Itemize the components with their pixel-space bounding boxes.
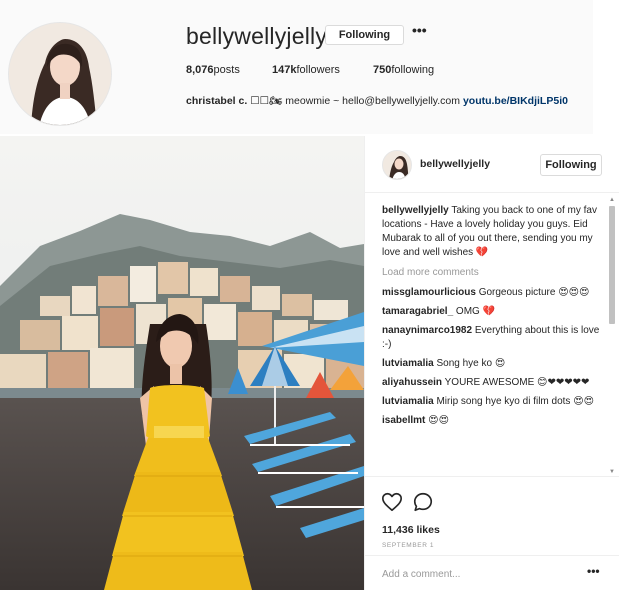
load-more-comments-link[interactable]: Load more comments xyxy=(382,266,610,280)
comment-input[interactable] xyxy=(382,565,572,583)
positano-beach-image xyxy=(0,136,364,590)
post-following-button[interactable]: Following xyxy=(540,154,602,176)
bio-link[interactable]: youtu.be/BIKdjiLP5i0 xyxy=(463,95,568,107)
posts-label: posts xyxy=(213,64,240,76)
posts-count: 8,076 posts xyxy=(186,64,240,76)
comment-text: Mirip song hye kyo di film dots 😍😍 xyxy=(433,396,595,407)
post-actions: 11,436 likes SEPTEMBER 1 ••• xyxy=(365,476,619,590)
comment-username[interactable]: tamaragabriel_ xyxy=(382,306,453,317)
comment-username[interactable]: lutviamalia xyxy=(382,396,434,407)
post-panel: bellywellyjelly Following bellywellyjell… xyxy=(364,136,619,590)
comment-text: YOURE AWESOME 😊❤❤❤❤❤ xyxy=(442,377,590,388)
profile-username: bellywellyjelly xyxy=(186,23,328,49)
profile-avatar[interactable] xyxy=(8,22,112,126)
comment-text: OMG 💔 xyxy=(453,306,496,317)
scrollbar-thumb[interactable] xyxy=(609,206,615,324)
followers-count[interactable]: 147k followers xyxy=(272,64,340,76)
comment-icon[interactable] xyxy=(412,491,434,513)
comment-username[interactable]: missglamourlicious xyxy=(382,287,476,298)
bio-emoji: ☐☐🏍 xyxy=(250,95,283,107)
scroll-down-icon[interactable]: ▼ xyxy=(608,468,616,476)
post-date: SEPTEMBER 1 xyxy=(382,542,435,549)
profile-bio: christabel c. ☐☐🏍 meowmie ~ hello@bellyw… xyxy=(186,94,568,107)
comment-row: aliyahussein YOURE AWESOME 😊❤❤❤❤❤ xyxy=(382,376,610,390)
profile-header: bellywellyjelly Following ••• 8,076 post… xyxy=(0,0,593,134)
bio-text: meowmie ~ hello@bellywellyjelly.com xyxy=(282,95,463,107)
post-author-username[interactable]: bellywellyjelly xyxy=(420,158,490,170)
followers-number: 147k xyxy=(272,64,297,76)
post-header: bellywellyjelly Following xyxy=(365,136,619,193)
add-comment-section: ••• xyxy=(365,555,619,590)
comment-username[interactable]: lutviamalia xyxy=(382,358,434,369)
scroll-up-icon[interactable]: ▲ xyxy=(608,196,616,204)
more-options-icon[interactable]: ••• xyxy=(412,23,427,40)
likes-count[interactable]: 11,436 likes xyxy=(382,524,440,536)
comment-username[interactable]: isabellmt xyxy=(382,415,425,426)
comments-scrollbar[interactable]: ▲ ▼ xyxy=(608,196,616,476)
post-caption: bellywellyjelly Taking you back to one o… xyxy=(382,204,610,260)
posts-number: 8,076 xyxy=(186,64,214,76)
bio-name: christabel c. xyxy=(186,95,248,107)
comment-row: lutviamalia Song hye ko 😍 xyxy=(382,357,610,371)
following-number: 750 xyxy=(373,64,392,76)
comment-text: Gorgeous picture 😍😍😍 xyxy=(475,287,590,298)
comment-row: nanaynimarco1982 Everything about this i… xyxy=(382,324,610,352)
following-label: following xyxy=(391,64,435,76)
comment-rows: missglamourlicious Gorgeous picture 😍😍😍 t… xyxy=(382,286,610,428)
post-photo[interactable] xyxy=(0,136,364,590)
comment-row: missglamourlicious Gorgeous picture 😍😍😍 xyxy=(382,286,610,300)
heart-icon[interactable] xyxy=(381,491,403,513)
comment-row: lutviamalia Mirip song hye kyo di film d… xyxy=(382,395,610,409)
comment-text: Song hye ko 😍 xyxy=(433,358,506,369)
comment-row: isabellmt 😍😍 xyxy=(382,414,610,428)
following-count[interactable]: 750 following xyxy=(373,64,434,76)
post-author-avatar[interactable] xyxy=(382,150,412,180)
caption-username[interactable]: bellywellyjelly xyxy=(382,205,449,216)
following-button[interactable]: Following xyxy=(325,25,404,45)
author-avatar-image xyxy=(383,151,411,179)
comment-username[interactable]: nanaynimarco1982 xyxy=(382,325,472,336)
post-options-icon[interactable]: ••• xyxy=(587,565,600,577)
comment-username[interactable]: aliyahussein xyxy=(382,377,442,388)
comment-text: 😍😍 xyxy=(425,415,449,426)
comment-row: tamaragabriel_ OMG 💔 xyxy=(382,305,610,319)
profile-photo xyxy=(9,23,111,125)
followers-label: followers xyxy=(296,64,340,76)
